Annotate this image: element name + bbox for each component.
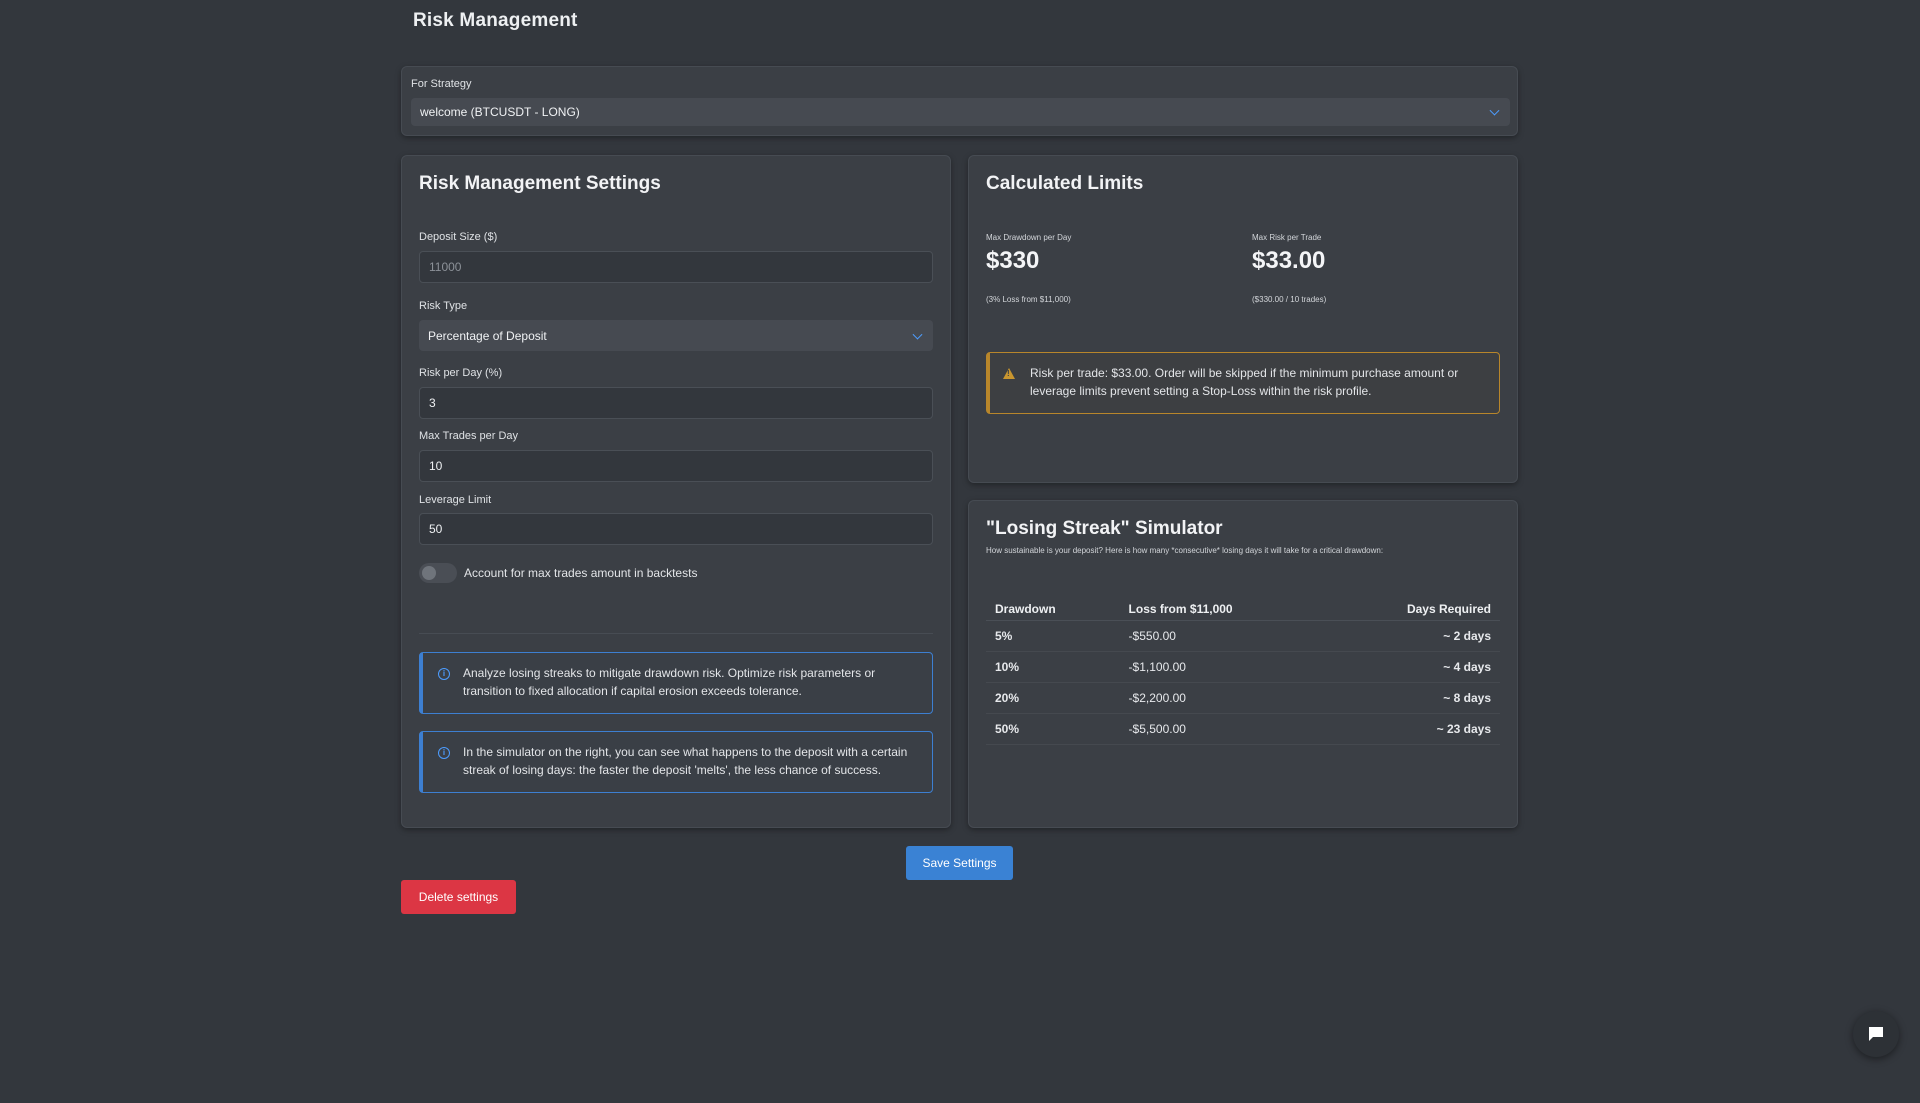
- info-text-drawdown: Analyze losing streaks to mitigate drawd…: [463, 666, 876, 698]
- table-row: 50% -$5,500.00 ~ 23 days: [986, 713, 1500, 745]
- table-row: 20% -$2,200.00 ~ 8 days: [986, 682, 1500, 714]
- table-row: 5% -$550.00 ~ 2 days: [986, 620, 1500, 652]
- max-risk-label: Max Risk per Trade: [1252, 233, 1322, 242]
- cell-drawdown: 50%: [986, 713, 1120, 745]
- max-trades-input[interactable]: [419, 450, 933, 482]
- divider: [419, 633, 933, 634]
- header-drawdown: Drawdown: [986, 598, 1120, 621]
- max-risk-value: $33.00: [1252, 247, 1326, 274]
- risk-per-day-input[interactable]: [419, 387, 933, 419]
- risk-warning-box: Risk per trade: $33.00. Order will be sk…: [986, 352, 1500, 414]
- chat-icon: [1869, 1027, 1883, 1041]
- cell-loss: -$1,100.00: [1119, 651, 1327, 683]
- backtest-toggle-row: Account for max trades amount in backtes…: [419, 563, 697, 583]
- info-icon: i: [438, 668, 450, 680]
- info-icon: i: [438, 747, 450, 759]
- risk-type-selected-value: Percentage of Deposit: [428, 328, 547, 343]
- cell-drawdown: 20%: [986, 682, 1120, 714]
- chevron-down-icon: [1489, 105, 1500, 116]
- cell-days: ~ 23 days: [1326, 713, 1500, 745]
- settings-title: Risk Management Settings: [419, 173, 661, 194]
- backtest-toggle-label: Account for max trades amount in backtes…: [464, 566, 698, 580]
- table-header-row: Drawdown Loss from $11,000 Days Required: [986, 598, 1500, 621]
- chat-button[interactable]: [1853, 1011, 1899, 1057]
- header-loss: Loss from $11,000: [1119, 598, 1327, 621]
- chevron-down-icon: [912, 329, 923, 340]
- info-text-simulator: In the simulator on the right, you can s…: [463, 745, 908, 777]
- warning-icon: [1003, 368, 1015, 379]
- risk-type-select[interactable]: Percentage of Deposit: [419, 320, 933, 351]
- strategy-selected-value: welcome (BTCUSDT - LONG): [420, 105, 580, 119]
- deposit-input[interactable]: [419, 251, 933, 283]
- save-settings-button[interactable]: Save Settings: [906, 846, 1013, 880]
- leverage-label: Leverage Limit: [419, 494, 492, 506]
- table-row: 10% -$1,100.00 ~ 4 days: [986, 651, 1500, 683]
- max-risk-note: ($330.00 / 10 trades): [1252, 295, 1327, 304]
- simulator-table: Drawdown Loss from $11,000 Days Required…: [986, 598, 1500, 745]
- cell-drawdown: 10%: [986, 651, 1120, 683]
- deposit-label: Deposit Size ($): [419, 231, 498, 243]
- risk-per-day-label: Risk per Day (%): [419, 367, 503, 379]
- strategy-label: For Strategy: [411, 78, 472, 90]
- risk-type-label: Risk Type: [419, 300, 468, 312]
- cell-days: ~ 2 days: [1326, 620, 1500, 652]
- calculated-limits-card: Calculated Limits Max Drawdown per Day $…: [968, 155, 1518, 483]
- cell-days: ~ 4 days: [1326, 651, 1500, 683]
- page-title: Risk Management: [413, 10, 578, 31]
- max-drawdown-value: $330: [986, 247, 1040, 274]
- simulator-subtitle: How sustainable is your deposit? Here is…: [986, 546, 1384, 555]
- strategy-card: For Strategy welcome (BTCUSDT - LONG): [401, 66, 1518, 136]
- max-trades-label: Max Trades per Day: [419, 430, 519, 442]
- cell-days: ~ 8 days: [1326, 682, 1500, 714]
- limits-title: Calculated Limits: [986, 173, 1144, 194]
- cell-loss: -$2,200.00: [1119, 682, 1327, 714]
- leverage-input[interactable]: [419, 513, 933, 545]
- backtest-toggle[interactable]: [419, 563, 457, 583]
- max-drawdown-label: Max Drawdown per Day: [986, 233, 1072, 242]
- cell-loss: -$550.00: [1119, 620, 1327, 652]
- info-box-drawdown: i Analyze losing streaks to mitigate dra…: [419, 652, 933, 714]
- info-box-simulator: i In the simulator on the right, you can…: [419, 731, 933, 793]
- delete-settings-button[interactable]: Delete settings: [401, 880, 516, 914]
- strategy-select[interactable]: welcome (BTCUSDT - LONG): [411, 98, 1510, 126]
- cell-loss: -$5,500.00: [1119, 713, 1327, 745]
- max-drawdown-note: (3% Loss from $11,000): [986, 295, 1071, 304]
- simulator-title: "Losing Streak" Simulator: [986, 518, 1223, 539]
- header-days: Days Required: [1326, 598, 1500, 621]
- risk-warning-text: Risk per trade: $33.00. Order will be sk…: [1030, 366, 1459, 398]
- risk-settings-card: Risk Management Settings Deposit Size ($…: [401, 155, 951, 828]
- losing-streak-simulator-card: "Losing Streak" Simulator How sustainabl…: [968, 500, 1518, 828]
- cell-drawdown: 5%: [986, 620, 1120, 652]
